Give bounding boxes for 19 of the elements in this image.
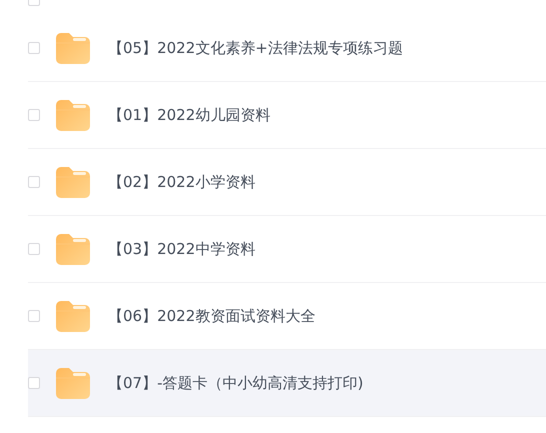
row-checkbox[interactable] xyxy=(28,377,40,389)
folder-name[interactable]: 【06】2022教资面试资料大全 xyxy=(108,306,316,326)
row-checkbox[interactable] xyxy=(28,310,40,322)
folder-name[interactable]: 【02】2022小学资料 xyxy=(108,172,256,192)
folder-name[interactable]: 【05】2022文化素养+法律法规专项练习题 xyxy=(108,38,403,58)
folder-icon xyxy=(56,368,90,398)
folder-icon xyxy=(56,32,90,64)
folder-icon xyxy=(56,234,90,264)
folder-name[interactable]: 【01】2022幼儿园资料 xyxy=(108,106,270,124)
folder-icon xyxy=(56,100,90,130)
folder-name[interactable]: 【03】2022中学资料 xyxy=(108,240,256,258)
row-checkbox[interactable] xyxy=(28,109,40,121)
folder-icon xyxy=(56,300,90,332)
row-checkbox[interactable] xyxy=(28,243,40,255)
folder-icon xyxy=(56,166,90,198)
folder-name[interactable]: 【07】-答题卡（中小幼高清支持打印) xyxy=(108,374,364,392)
row-checkbox[interactable] xyxy=(28,176,40,188)
row-checkbox[interactable] xyxy=(28,42,40,54)
file-row[interactable]: 【07】-答题卡（中小幼高清支持打印) xyxy=(28,350,546,417)
